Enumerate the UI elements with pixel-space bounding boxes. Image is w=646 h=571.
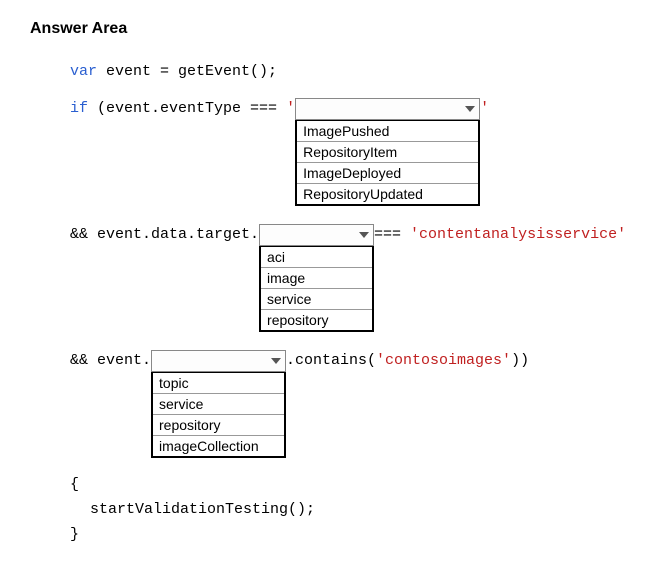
dropdown-option[interactable]: aci [261, 247, 372, 268]
chevron-down-icon [271, 358, 281, 364]
dropdown-option[interactable]: ImagePushed [297, 121, 478, 142]
code-text: event = getEvent(); [97, 63, 277, 80]
code-text: && event.data.target. [70, 226, 259, 243]
dropdown-event-type-list: ImagePushed RepositoryItem ImageDeployed… [295, 119, 480, 206]
code-text: && event. [70, 352, 151, 369]
dropdown-target-trigger[interactable] [259, 224, 374, 246]
page-title: Answer Area [30, 20, 616, 38]
dropdown-option[interactable]: RepositoryItem [297, 142, 478, 163]
dropdown-option[interactable]: RepositoryUpdated [297, 184, 478, 204]
dropdown-target-list: aci image service repository [259, 245, 374, 332]
brace-open: { [30, 476, 616, 493]
string-literal: 'contentanalysisservice' [410, 226, 626, 243]
dropdown-event-property[interactable]: topic service repository imageCollection [151, 350, 286, 458]
string-quote: ' [480, 100, 489, 117]
code-text: (event.eventType === [88, 100, 286, 117]
string-quote: ' [286, 100, 295, 117]
code-line-1: var event = getEvent(); [30, 63, 616, 80]
dropdown-option[interactable]: repository [153, 415, 284, 436]
code-call: startValidationTesting(); [30, 501, 616, 518]
dropdown-event-property-trigger[interactable] [151, 350, 286, 372]
dropdown-event-type-trigger[interactable] [295, 98, 480, 120]
dropdown-event-property-list: topic service repository imageCollection [151, 371, 286, 458]
dropdown-option[interactable]: imageCollection [153, 436, 284, 456]
code-line-3: && event.data.target. aci image service … [30, 224, 616, 332]
dropdown-event-type[interactable]: ImagePushed RepositoryItem ImageDeployed… [295, 98, 480, 206]
dropdown-option[interactable]: service [153, 394, 284, 415]
code-text: === [374, 226, 410, 243]
keyword-if: if [70, 100, 88, 117]
chevron-down-icon [465, 106, 475, 112]
code-line-4: && event. topic service repository image… [30, 350, 616, 458]
code-line-2: if (event.eventType === ' ImagePushed Re… [30, 98, 616, 206]
code-text: .contains( [286, 352, 376, 369]
dropdown-target[interactable]: aci image service repository [259, 224, 374, 332]
string-literal: 'contosoimages' [376, 352, 511, 369]
dropdown-option[interactable]: topic [153, 373, 284, 394]
dropdown-option[interactable]: service [261, 289, 372, 310]
chevron-down-icon [359, 232, 369, 238]
keyword-var: var [70, 63, 97, 80]
code-text: )) [511, 352, 529, 369]
brace-close: } [30, 526, 616, 543]
dropdown-option[interactable]: image [261, 268, 372, 289]
dropdown-option[interactable]: ImageDeployed [297, 163, 478, 184]
dropdown-option[interactable]: repository [261, 310, 372, 330]
